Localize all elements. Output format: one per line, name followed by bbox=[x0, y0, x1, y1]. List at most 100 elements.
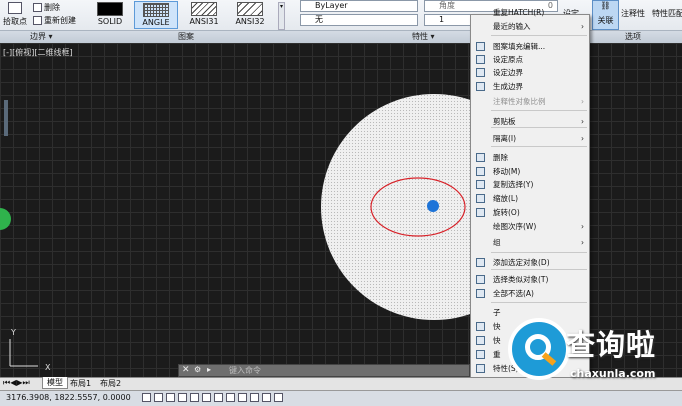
pick-point-button[interactable]: 拾取点 bbox=[2, 2, 28, 27]
menu-item-icon bbox=[476, 167, 485, 176]
otrack-toggle-icon[interactable] bbox=[202, 393, 211, 402]
panel-boundary-label[interactable]: 边界 ▾ bbox=[30, 31, 53, 43]
menu-item[interactable]: 剪贴板 › bbox=[471, 115, 589, 128]
menu-item[interactable]: 隔离(I) › bbox=[471, 132, 589, 145]
menu-item-label: 全部不选(A) bbox=[493, 289, 534, 298]
menu-item[interactable]: 设定原点 bbox=[471, 53, 589, 66]
watermark-url: chaxunla.com bbox=[570, 367, 656, 380]
menu-item-label: 删除 bbox=[493, 153, 508, 162]
pattern-angle[interactable]: ANGLE bbox=[134, 1, 178, 29]
menu-item-label: 图案填充编辑... bbox=[493, 42, 546, 51]
menu-item[interactable]: 最近的输入 › bbox=[471, 20, 589, 33]
annotative-button[interactable]: 注释性 bbox=[621, 8, 645, 19]
qp-toggle-icon[interactable] bbox=[262, 393, 271, 402]
prompt-icon: ▸ bbox=[207, 365, 212, 374]
lineweight-toggle-icon[interactable] bbox=[238, 393, 247, 402]
submenu-arrow-icon: › bbox=[581, 238, 584, 247]
color-combo[interactable]: ByLayer bbox=[300, 0, 418, 12]
menu-item-label: 绘图次序(W) bbox=[493, 222, 537, 231]
pick-point-icon bbox=[8, 2, 22, 14]
match-properties-button[interactable]: 特性匹配 bbox=[652, 8, 682, 19]
status-toggles bbox=[142, 393, 283, 402]
menu-item[interactable]: 移动(M) bbox=[471, 165, 589, 178]
menu-item[interactable]: 复制选择(Y) bbox=[471, 178, 589, 191]
dyn-toggle-icon[interactable] bbox=[226, 393, 235, 402]
ucs-toggle-icon[interactable] bbox=[214, 393, 223, 402]
menu-item[interactable]: 旋转(O) bbox=[471, 206, 589, 219]
watermark-logo: 查询啦 chaxunla.com bbox=[508, 318, 682, 396]
menu-item-icon bbox=[476, 322, 485, 331]
menu-item-label: 设定边界 bbox=[493, 68, 523, 77]
menu-item[interactable]: 生成边界 bbox=[471, 80, 589, 93]
wrench-icon[interactable]: ⚙ bbox=[194, 365, 201, 374]
menu-item-icon bbox=[476, 82, 485, 91]
background-combo[interactable]: 无 bbox=[300, 14, 418, 26]
menu-item[interactable]: 全部不选(A) bbox=[471, 287, 589, 300]
menu-item[interactable]: 注释性对象比例 › bbox=[471, 95, 589, 108]
associative-button[interactable]: ⛓ 关联 bbox=[592, 0, 619, 30]
snap-toggle-icon[interactable] bbox=[142, 393, 151, 402]
menu-separator bbox=[491, 146, 587, 147]
hatch-grip bbox=[427, 200, 439, 212]
ansi31-swatch bbox=[191, 2, 217, 16]
pattern-ansi31[interactable]: ANSI31 bbox=[182, 1, 226, 29]
menu-item-label: 最近的输入 bbox=[493, 22, 531, 31]
panel-options-label: 选项 bbox=[625, 32, 641, 41]
tab-layout1[interactable]: 布局1 bbox=[70, 378, 91, 389]
close-icon[interactable]: ✕ bbox=[182, 365, 190, 375]
menu-item-label: 复制选择(Y) bbox=[493, 180, 534, 189]
ucs-x-label: X bbox=[45, 363, 51, 372]
delete-boundary-button[interactable]: 删除 bbox=[33, 2, 60, 13]
ucs-y-label: Y bbox=[10, 328, 16, 337]
menu-item[interactable]: 删除 bbox=[471, 151, 589, 164]
transparency-toggle-icon[interactable] bbox=[250, 393, 259, 402]
menu-item-icon bbox=[476, 208, 485, 217]
ucs-icon bbox=[9, 339, 38, 367]
submenu-arrow-icon: › bbox=[581, 134, 584, 143]
watermark-q-icon bbox=[508, 318, 570, 380]
menu-item[interactable]: 缩放(L) bbox=[471, 192, 589, 205]
menu-item[interactable]: 组 › bbox=[471, 236, 589, 249]
menu-item-label: 子 bbox=[493, 308, 501, 317]
command-input[interactable]: 键入命令 bbox=[229, 365, 261, 376]
ortho-toggle-icon[interactable] bbox=[166, 393, 175, 402]
menu-item-icon bbox=[476, 68, 485, 77]
side-handle[interactable] bbox=[4, 100, 8, 136]
recreate-button[interactable]: 重新创建 bbox=[33, 15, 76, 26]
command-line[interactable]: ✕ ⚙ ▸ 键入命令 bbox=[178, 364, 470, 377]
pattern-ansi32[interactable]: ANSI32 bbox=[228, 1, 272, 29]
menu-item-label: 剪贴板 bbox=[493, 117, 516, 126]
panel-properties-label[interactable]: 特性 ▾ bbox=[412, 31, 435, 43]
menu-item-icon bbox=[476, 153, 485, 162]
menu-item-label: 重 bbox=[493, 350, 501, 359]
associative-icon: ⛓ bbox=[600, 1, 611, 10]
menu-item-icon bbox=[476, 258, 485, 267]
menu-item[interactable]: 图案填充编辑... bbox=[471, 40, 589, 53]
tab-model[interactable]: 模型 bbox=[42, 377, 68, 389]
menu-separator bbox=[491, 252, 587, 253]
menu-item-icon bbox=[476, 350, 485, 359]
pattern-scroll[interactable]: ▾ bbox=[278, 2, 285, 30]
menu-item[interactable]: 选择类似对象(T) bbox=[471, 273, 589, 286]
menu-separator bbox=[491, 35, 587, 36]
grid-toggle-icon[interactable] bbox=[154, 393, 163, 402]
polar-toggle-icon[interactable] bbox=[178, 393, 187, 402]
osnap-toggle-icon[interactable] bbox=[190, 393, 199, 402]
tab-nav-icons[interactable]: ⏮◀▶⏭ bbox=[3, 378, 30, 388]
menu-item[interactable]: 设定边界 bbox=[471, 66, 589, 79]
menu-separator bbox=[491, 269, 587, 270]
sc-toggle-icon[interactable] bbox=[274, 393, 283, 402]
menu-item[interactable]: 重复HATCH(R) bbox=[471, 6, 589, 19]
menu-item-label: 注释性对象比例 bbox=[493, 97, 546, 106]
menu-item-label: 添加选定对象(D) bbox=[493, 258, 550, 267]
tab-layout2[interactable]: 布局2 bbox=[100, 378, 121, 389]
pattern-solid[interactable]: SOLID bbox=[88, 1, 132, 29]
delete-icon bbox=[33, 3, 42, 12]
menu-item[interactable]: 添加选定对象(D) bbox=[471, 256, 589, 269]
panel-pattern-label: 图案 bbox=[178, 32, 194, 41]
menu-item-icon bbox=[476, 364, 485, 373]
menu-item[interactable]: 绘图次序(W) › bbox=[471, 220, 589, 233]
coordinates-readout: 3176.3908, 1822.5557, 0.0000 bbox=[6, 393, 131, 402]
submenu-arrow-icon: › bbox=[581, 22, 584, 31]
solid-swatch bbox=[97, 2, 123, 16]
